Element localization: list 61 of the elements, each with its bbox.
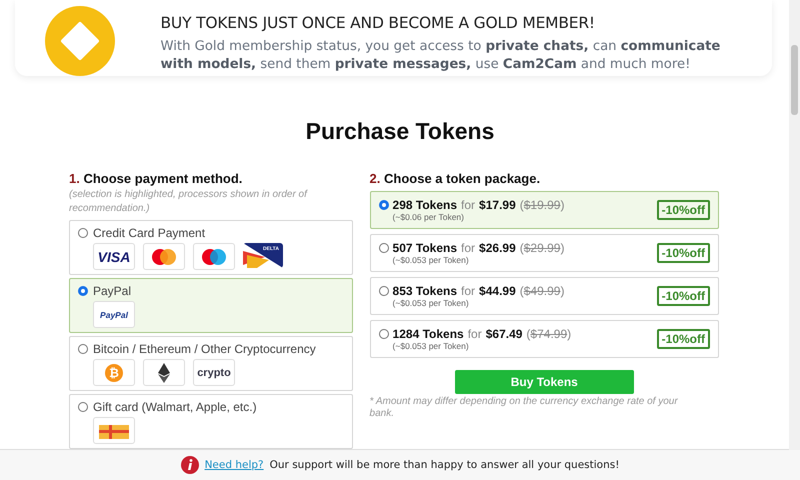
radio-button[interactable]: [78, 402, 88, 412]
scrollbar[interactable]: [789, 0, 800, 450]
for-label: for: [468, 327, 482, 341]
token-amount: 1284 Tokens: [392, 327, 464, 341]
bitcoin-logo: ₿: [93, 359, 135, 386]
token-amount: 298 Tokens: [392, 198, 458, 212]
old-price: ($74.99): [526, 327, 572, 341]
banner-title: BUY TOKENS JUST ONCE AND BECOME A GOLD MEMBER!: [160, 14, 596, 32]
banner-text: With Gold membership status, you get access to private chats, can communicate with models, send them private messages, use Cam2Cam and much more!: [160, 38, 722, 74]
visa-logo: VISA: [93, 243, 135, 270]
old-price: ($49.99): [520, 284, 564, 298]
discount-badge: -10%off: [656, 200, 710, 220]
payment-option[interactable]: Bitcoin / Ethereum / Other Cryptocurrency ₿ crypto: [69, 336, 353, 391]
radio-button[interactable]: [378, 329, 389, 339]
token-price: $67.49: [486, 327, 522, 341]
token-package[interactable]: 1284 Tokens for $67.49 ($74.99) (~$0.053 per Token) -10%off: [370, 320, 719, 358]
old-price: ($29.99): [520, 241, 564, 255]
paypal-logo: PayPal: [93, 301, 135, 328]
price-per-token: (~$0.053 per Token): [392, 255, 470, 265]
ethereum-logo: [143, 359, 185, 386]
token-price: $44.99: [479, 284, 516, 298]
radio-button[interactable]: [78, 286, 88, 296]
for-label: for: [461, 284, 476, 298]
info-icon: [180, 456, 199, 474]
for-label: for: [461, 198, 476, 212]
discount-badge: -10%off: [656, 329, 710, 349]
gift-card-logo: [93, 417, 135, 444]
radio-button[interactable]: [378, 243, 389, 253]
token-package[interactable]: 853 Tokens for $44.99 ($49.99) (~$0.053 per Token) -10%off: [370, 277, 719, 315]
maestro-logo: [193, 243, 235, 270]
selection-note: (selection is highlighted, processors shown in order of recommendation.): [69, 188, 309, 216]
radio-button[interactable]: [378, 286, 389, 296]
old-price: ($19.99): [520, 198, 564, 212]
payment-label: Credit Card Payment: [93, 226, 206, 240]
support-text: Our support will be more than happy to answer all your questions!: [270, 459, 620, 472]
step-title: 2. Choose a token package.: [370, 171, 542, 186]
token-package[interactable]: 298 Tokens for $17.99 ($19.99) (~$0.06 per Token) -10%off: [370, 191, 719, 229]
for-label: for: [461, 241, 476, 255]
discount-badge: -10%off: [656, 243, 710, 263]
token-price: $17.99: [479, 198, 516, 212]
token-price: $26.99: [479, 241, 516, 255]
page-title: Purchase Tokens: [306, 118, 494, 145]
payment-label: Gift card (Walmart, Apple, etc.): [93, 400, 257, 414]
token-amount: 507 Tokens: [392, 241, 458, 255]
price-per-token: (~$0.053 per Token): [392, 341, 470, 351]
crypto-logo: crypto: [193, 359, 235, 386]
radio-button[interactable]: [78, 344, 88, 354]
token-package[interactable]: 507 Tokens for $26.99 ($29.99) (~$0.053 per Token) -10%off: [370, 234, 719, 272]
token-amount: 853 Tokens: [392, 284, 458, 298]
payment-label: Bitcoin / Ethereum / Other Cryptocurrency: [93, 342, 316, 356]
payment-option[interactable]: Gift card (Walmart, Apple, etc.): [69, 394, 353, 449]
payment-option[interactable]: PayPal PayPal: [69, 278, 353, 333]
radio-button[interactable]: [78, 228, 88, 238]
price-per-token: (~$0.053 per Token): [392, 298, 470, 308]
mastercard-logo: [143, 243, 185, 270]
payment-label: PayPal: [93, 284, 132, 298]
exchange-rate-note: * Amount may differ depending on the currency exchange rate of your bank.: [370, 396, 679, 420]
discount-badge: -10%off: [656, 286, 710, 306]
step-title: 1. Choose payment method.: [69, 171, 244, 186]
radio-button[interactable]: [378, 200, 389, 210]
price-per-token: (~$0.06 per Token): [392, 212, 465, 222]
